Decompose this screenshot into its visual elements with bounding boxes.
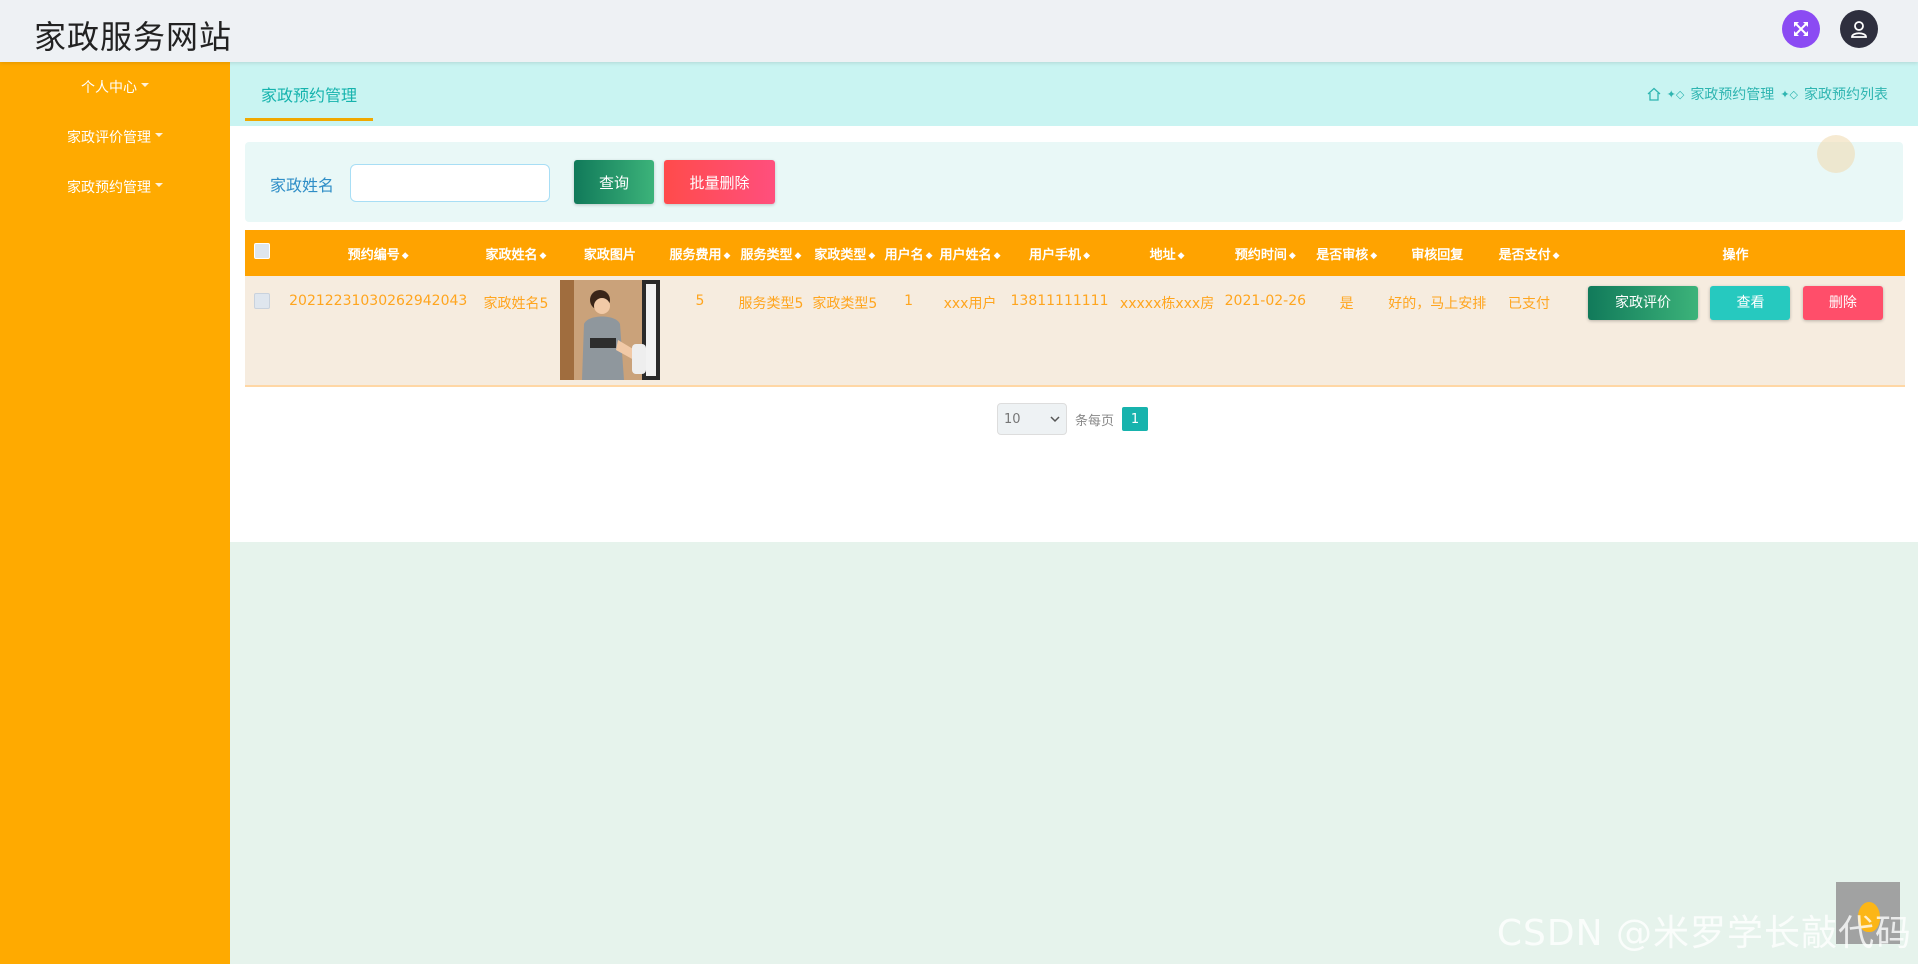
col-header[interactable]: 家政类型 ◆ [808, 230, 882, 276]
search-label: 家政姓名 [270, 176, 335, 195]
breadcrumb-level2: 家政预约列表 [1804, 87, 1888, 103]
col-header: 审核回复 [1411, 247, 1464, 263]
search-panel: 家政姓名 查询 批量删除 [245, 142, 1903, 222]
sidebar-item-label: 家政预约管理 [67, 180, 151, 196]
breadcrumb-separator-icon: ✦◇ [1780, 87, 1798, 101]
cell-staff-photo [554, 276, 666, 386]
tab-booking-management[interactable]: 家政预约管理 [245, 82, 374, 121]
watermark: CSDN @米罗学长敲代码 [1496, 913, 1912, 954]
user-menu-button[interactable] [1840, 10, 1878, 48]
col-header[interactable]: 预约编号 ◆ [279, 230, 478, 276]
batch-delete-button[interactable]: 批量删除 [664, 160, 775, 204]
per-page-label: 条每页 [1075, 413, 1115, 429]
caret-down-icon [155, 133, 163, 137]
sidebar-item-label: 家政评价管理 [67, 130, 151, 146]
page-size-select[interactable]: 10 [997, 403, 1067, 435]
sort-icon: ◆ [401, 250, 409, 261]
col-header[interactable]: 服务费用 ◆ [666, 230, 734, 276]
sidebar-item-label: 个人中心 [81, 80, 137, 96]
breadcrumb-separator-icon: ✦◇ [1666, 87, 1685, 101]
sidebar-item-review-management[interactable]: 家政评价管理 [0, 127, 230, 147]
sort-icon: ◆ [1552, 250, 1560, 261]
sidebar: 个人中心 家政评价管理 家政预约管理 [0, 62, 230, 964]
col-header[interactable]: 家政姓名 ◆ [478, 230, 554, 276]
view-button[interactable]: 查看 [1710, 286, 1791, 320]
sidebar-item-personal-center[interactable]: 个人中心 [0, 77, 230, 97]
cell-phone: 13811111111 [1010, 293, 1109, 309]
caret-down-icon [141, 83, 149, 87]
page-number-button[interactable]: 1 [1122, 407, 1149, 431]
col-header[interactable]: 用户手机 ◆ [1005, 230, 1115, 276]
table-row: 20212231030262942043 家政姓名5 5 服务类型5 家政类型5… [245, 276, 1905, 386]
sort-icon: ◆ [794, 250, 802, 261]
booking-table: 预约编号 ◆ 家政姓名 ◆ 家政图片 服务费用 ◆ 服务类型 ◆ 家政类型 ◆ 用户名 ◆ … [245, 230, 1905, 387]
table-header-row: 预约编号 ◆ 家政姓名 ◆ 家政图片 服务费用 ◆ 服务类型 ◆ 家政类型 ◆ 用户名 ◆ … [245, 230, 1905, 276]
cell-user-realname: xxx用户 [943, 296, 997, 312]
cell-actions: 家政评价 查看 删除 [1566, 276, 1905, 386]
query-button[interactable]: 查询 [574, 160, 654, 204]
sort-icon: ◆ [1177, 250, 1185, 261]
chevron-down-icon [1050, 416, 1060, 423]
col-header[interactable]: 地址 ◆ [1114, 230, 1219, 276]
site-title: 家政服务网站 [34, 18, 233, 56]
pagination: 10 条每页 1 [997, 403, 1149, 435]
cell-staff-type: 家政类型5 [812, 296, 878, 312]
sort-icon: ◆ [723, 250, 731, 261]
page-size-value: 10 [1004, 411, 1021, 427]
col-header: 操作 [1722, 247, 1749, 263]
cell-review-reply: 好的，马上安排 [1388, 296, 1487, 312]
cell-paid: 已支付 [1508, 296, 1551, 312]
cell-staff-name: 家政姓名5 [483, 296, 549, 312]
cell-fee: 5 [695, 293, 705, 309]
sort-icon: ◆ [993, 250, 1001, 261]
col-header[interactable]: 用户名 ◆ [882, 230, 936, 276]
cell-reviewed: 是 [1339, 296, 1354, 312]
breadcrumb: ✦◇ 家政预约管理 ✦◇ 家政预约列表 [1647, 84, 1888, 104]
content-card: 家政姓名 查询 批量删除 预约编号 ◆ 家政姓名 ◆ 家政图片 服务费用 ◆ 服… [230, 126, 1918, 542]
review-button[interactable]: 家政评价 [1588, 286, 1699, 320]
row-checkbox[interactable] [245, 276, 279, 386]
caret-down-icon [155, 183, 163, 187]
col-header[interactable]: 用户姓名 ◆ [935, 230, 1004, 276]
cell-booking-no: 20212231030262942043 [289, 293, 468, 309]
staff-name-search-input[interactable] [350, 164, 550, 202]
fullscreen-button[interactable] [1782, 10, 1820, 48]
cell-username: 1 [904, 293, 913, 309]
sidebar-item-booking-management[interactable]: 家政预约管理 [0, 177, 230, 197]
main-content: 家政预约管理 ✦◇ 家政预约管理 ✦◇ 家政预约列表 家政姓名 查询 批量删除 [230, 62, 1918, 964]
top-header: 家政服务网站 [0, 0, 1918, 62]
col-header[interactable]: 是否审核 ◆ [1311, 230, 1383, 276]
sort-icon: ◆ [1370, 250, 1378, 261]
cell-address: xxxxx栋xxx房 [1119, 296, 1215, 312]
sort-icon: ◆ [1083, 250, 1090, 261]
cursor-highlight [1817, 135, 1855, 173]
user-icon [1851, 21, 1867, 38]
staff-photo-image [559, 280, 660, 380]
col-header[interactable]: 服务类型 ◆ [734, 230, 808, 276]
tab-bar: 家政预约管理 ✦◇ 家政预约管理 ✦◇ 家政预约列表 [230, 62, 1918, 126]
delete-button[interactable]: 删除 [1802, 286, 1883, 320]
cell-booking-time: 2021-02-26 [1224, 293, 1307, 309]
col-header[interactable]: 预约时间 ◆ [1220, 230, 1311, 276]
col-header[interactable]: 是否支付 ◆ [1492, 230, 1566, 276]
select-all-checkbox[interactable] [245, 230, 279, 276]
sort-icon: ◆ [868, 250, 876, 261]
home-icon[interactable] [1647, 87, 1661, 101]
sort-icon: ◆ [1288, 250, 1296, 261]
col-header: 家政图片 [583, 247, 636, 263]
breadcrumb-level1[interactable]: 家政预约管理 [1690, 84, 1774, 104]
expand-arrows-icon [1794, 22, 1808, 36]
sort-icon: ◆ [539, 250, 547, 261]
cell-service-type: 服务类型5 [738, 296, 804, 312]
sort-icon: ◆ [925, 250, 933, 261]
